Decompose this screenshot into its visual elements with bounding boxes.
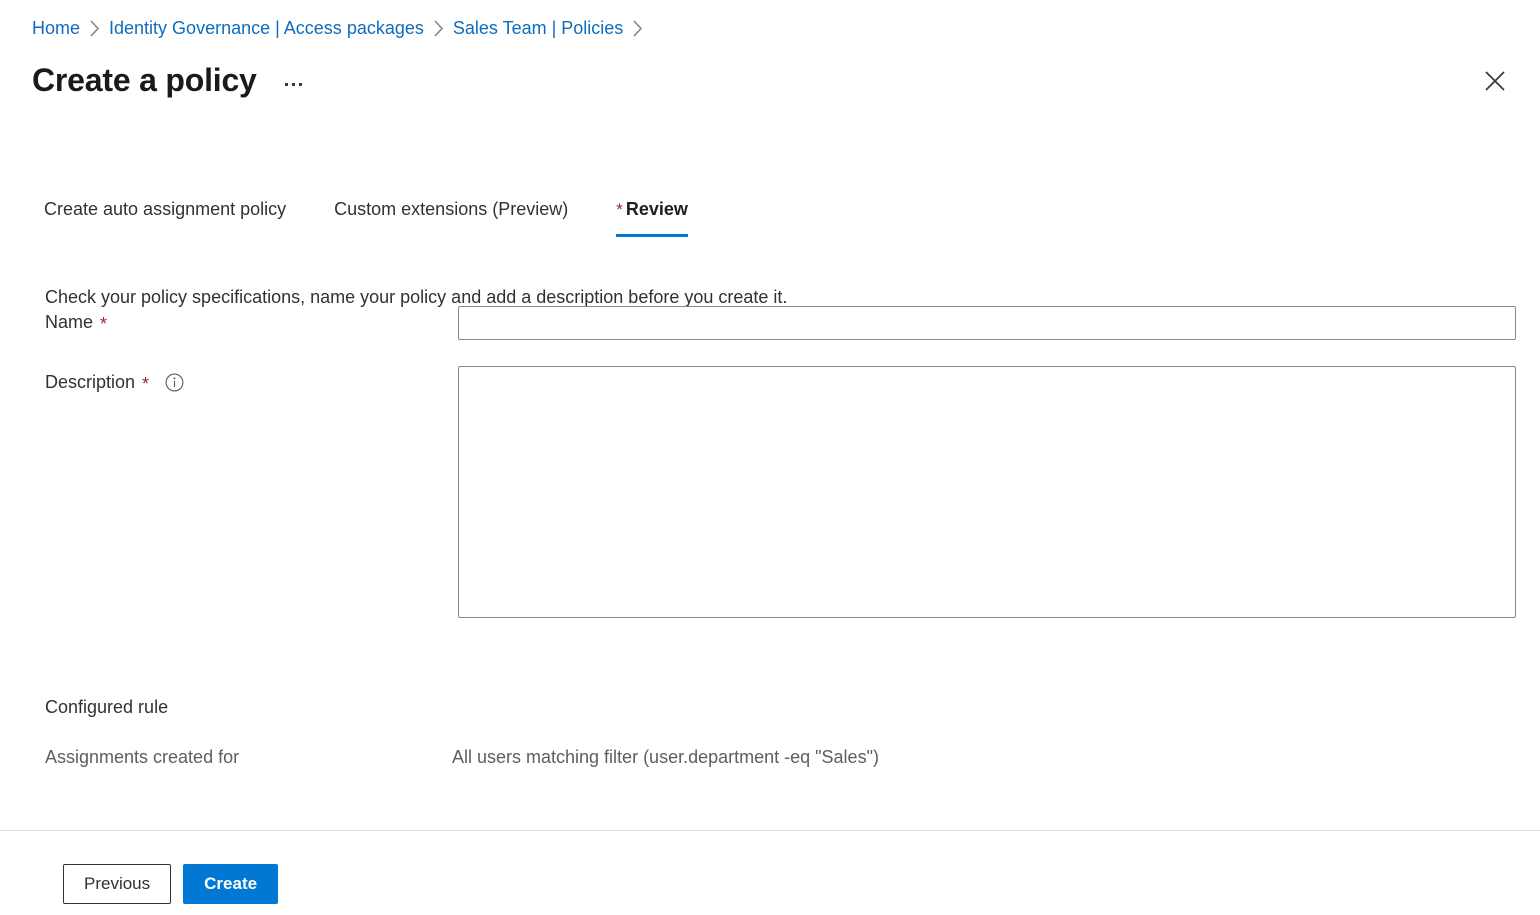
- name-label: Name *: [45, 306, 458, 336]
- required-asterisk: *: [616, 200, 623, 219]
- chevron-right-icon: [89, 20, 100, 37]
- create-button[interactable]: Create: [183, 864, 278, 904]
- footer-actions: Previous Create: [63, 864, 278, 904]
- chevron-right-icon: [632, 20, 643, 37]
- description-label-text: Description: [45, 368, 135, 396]
- breadcrumb-item-sales-team-policies[interactable]: Sales Team | Policies: [453, 14, 623, 42]
- name-label-text: Name: [45, 308, 93, 336]
- tab-create-auto-assignment-policy[interactable]: Create auto assignment policy: [44, 196, 286, 236]
- tab-label: Review: [626, 199, 688, 219]
- ellipsis-dot: [299, 83, 302, 86]
- form-row-description: Description *: [45, 366, 1516, 618]
- tab-label: Custom extensions (Preview): [334, 199, 568, 219]
- footer-divider: [0, 830, 1540, 831]
- configured-rule-value: All users matching filter (user.departme…: [452, 744, 879, 770]
- description-label: Description *: [45, 366, 458, 396]
- ellipsis-dot: [292, 83, 295, 86]
- tab-label: Create auto assignment policy: [44, 199, 286, 219]
- page-header: Create a policy: [32, 58, 309, 102]
- required-asterisk: *: [100, 315, 107, 333]
- configured-rule-key: Assignments created for: [45, 744, 452, 770]
- configured-rule-heading: Configured rule: [45, 694, 168, 720]
- breadcrumb-item-home[interactable]: Home: [32, 14, 80, 42]
- name-input[interactable]: [458, 306, 1516, 340]
- ellipsis-icon[interactable]: [279, 71, 309, 97]
- description-textarea[interactable]: [458, 366, 1516, 618]
- ellipsis-dot: [285, 83, 288, 86]
- tab-custom-extensions[interactable]: Custom extensions (Preview): [334, 196, 568, 236]
- breadcrumb-item-identity-governance[interactable]: Identity Governance | Access packages: [109, 14, 424, 42]
- previous-button[interactable]: Previous: [63, 864, 171, 904]
- info-circle-icon[interactable]: [165, 373, 184, 392]
- form-row-name: Name *: [45, 306, 1516, 340]
- close-icon[interactable]: [1476, 62, 1514, 100]
- page-title: Create a policy: [32, 58, 257, 102]
- tab-review[interactable]: *Review: [616, 196, 688, 237]
- chevron-right-icon: [433, 20, 444, 37]
- breadcrumb: Home Identity Governance | Access packag…: [32, 14, 652, 42]
- required-asterisk: *: [142, 375, 149, 393]
- configured-rule-row: Assignments created for All users matchi…: [45, 744, 1516, 770]
- tab-list: Create auto assignment policy Custom ext…: [44, 196, 688, 237]
